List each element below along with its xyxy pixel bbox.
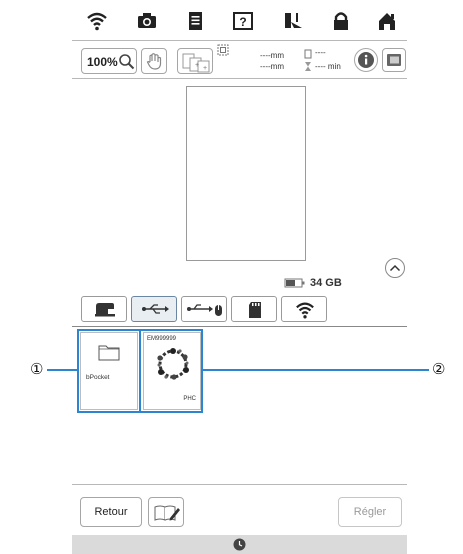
svg-text:?: ? (239, 15, 246, 29)
tab-usb[interactable] (131, 296, 177, 322)
frame-size-icon (217, 44, 229, 56)
svg-text:+: + (203, 65, 207, 72)
callout-highlight-2 (139, 329, 203, 413)
storage-indicator: 34 GB (72, 270, 407, 294)
help-icon[interactable]: ? (232, 10, 254, 32)
edit-icon (154, 505, 180, 521)
callout-highlight-1 (77, 329, 141, 413)
time-value: ---- min (315, 62, 341, 71)
hand-pan-button[interactable] (141, 48, 167, 74)
info-button[interactable] (354, 48, 378, 72)
edit-toolbar: 100% + + ----mm ----mm ---- ---- min (72, 40, 407, 79)
height-value: ----mm (260, 62, 284, 71)
tab-machine-memory[interactable] (81, 296, 127, 322)
stitch-count-value: ---- (315, 48, 326, 57)
screen-toggle-button[interactable] (382, 48, 406, 72)
hourglass-icon (305, 62, 311, 71)
tab-sd-card[interactable] (231, 296, 277, 322)
home-icon[interactable] (376, 10, 398, 32)
info-icon (358, 52, 374, 68)
fit-icon: + + (182, 53, 210, 73)
edit-button[interactable] (148, 497, 184, 527)
back-button-label: Retour (94, 506, 128, 518)
zoom-button[interactable]: 100% (81, 48, 137, 74)
camera-icon[interactable] (136, 10, 158, 32)
screen-icon (387, 54, 401, 66)
set-button[interactable]: Régler (338, 497, 402, 527)
battery-icon (284, 278, 305, 288)
width-value: ----mm (260, 51, 284, 60)
zoom-icon (119, 54, 135, 70)
machine-tab-icon (95, 303, 115, 317)
source-tabs (72, 294, 407, 327)
clock-icon (233, 538, 246, 551)
hand-pan-icon (146, 53, 162, 70)
wifi-icon[interactable] (86, 10, 108, 32)
top-navigation-bar: ? (72, 4, 407, 41)
back-button[interactable]: Retour (80, 497, 142, 527)
set-button-label: Régler (353, 506, 387, 518)
callout-number-2: ② (432, 361, 446, 378)
lock-icon[interactable] (330, 10, 352, 32)
bottom-action-bar: Retour Régler (72, 484, 407, 535)
tab-usb-mouse[interactable] (181, 296, 227, 322)
usb-mouse-tab-icon (187, 304, 222, 316)
usb-tab-icon (142, 304, 169, 314)
callout-number-1: ① (30, 361, 44, 378)
zoom-value: 100% (87, 55, 118, 69)
sewing-needle-icon[interactable] (282, 10, 304, 32)
document-icon[interactable] (184, 10, 206, 32)
fit-view-button[interactable]: + + (177, 48, 213, 74)
embroidery-frame-preview (186, 86, 306, 261)
callout-line-1 (47, 369, 78, 371)
status-bar (72, 535, 407, 554)
svg-text:+: + (195, 62, 199, 69)
stitch-count-icon (304, 49, 312, 59)
storage-capacity: 34 GB (310, 277, 342, 289)
callout-line-2 (202, 369, 429, 371)
sd-card-tab-icon (249, 302, 261, 318)
wifi-tab-icon (296, 302, 314, 319)
tab-wireless[interactable] (281, 296, 327, 322)
